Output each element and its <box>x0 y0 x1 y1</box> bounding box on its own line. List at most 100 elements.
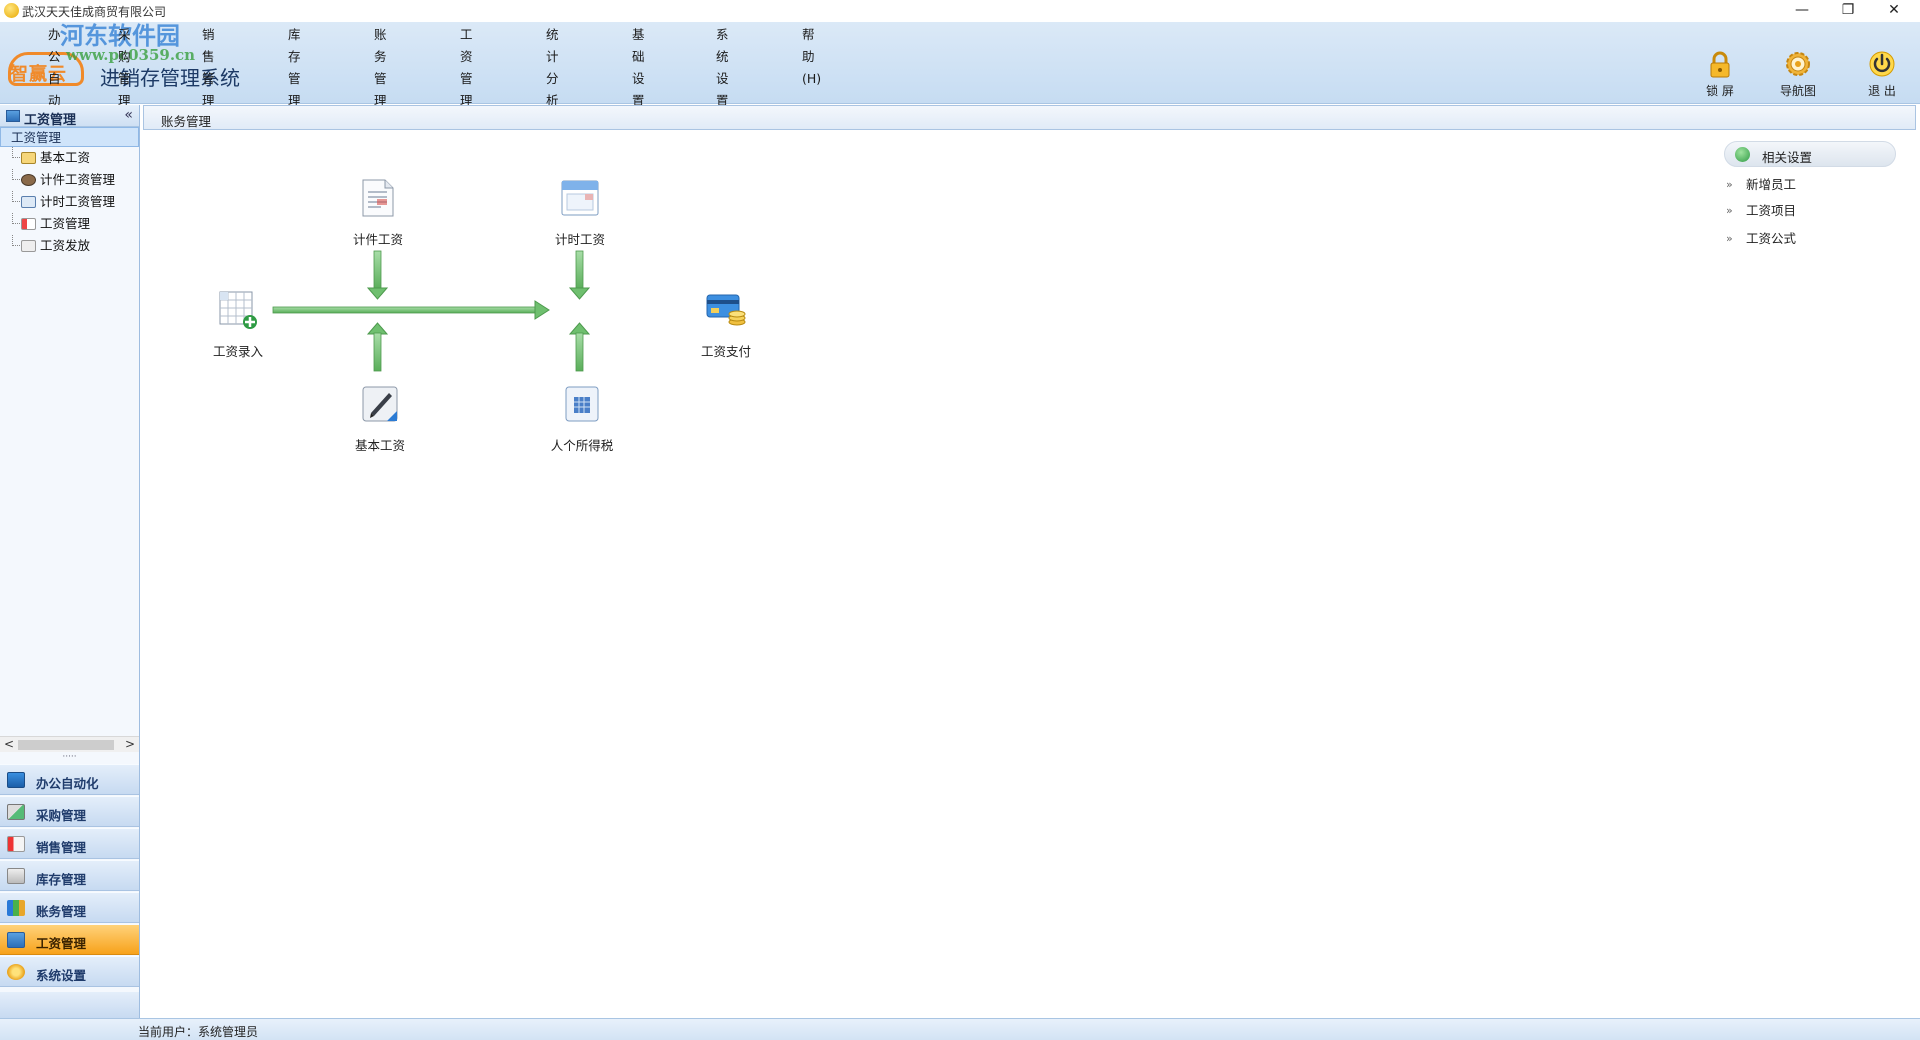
tree-item-payroll-management[interactable]: 工资管理 <box>0 213 139 235</box>
piece-wage-node[interactable]: 计件工资 <box>323 177 433 248</box>
restore-button[interactable]: ❐ <box>1826 0 1870 22</box>
status-bar: 当前用户：系统管理员 <box>0 1018 1920 1040</box>
time-wage-node[interactable]: 计时工资 <box>525 177 635 248</box>
nav-inventory[interactable]: 库存管理 <box>0 860 139 891</box>
menu-inventory[interactable]: 库存管理(K) <box>284 24 310 130</box>
id-card-icon <box>21 152 36 164</box>
nav-office-automation[interactable]: 办公自动化 <box>0 764 139 795</box>
nav-payroll[interactable]: 工资管理 <box>0 924 139 955</box>
exit-label: 退 出 <box>1868 84 1896 98</box>
income-tax-node[interactable]: 人个所得税 <box>527 383 637 454</box>
payroll-entry-node[interactable]: 工资录入 <box>183 289 293 360</box>
warehouse-icon <box>7 868 25 884</box>
nav-label: 账务管理 <box>36 904 87 919</box>
monitor-icon <box>7 772 25 788</box>
related-settings-panel: 相关设置 » 新增员工 » 工资项目 » 工资公式 <box>1724 141 1896 251</box>
gear-icon <box>1784 50 1812 78</box>
tree-item-piece-wage[interactable]: 计件工资管理 <box>0 169 139 191</box>
splitter-grip[interactable]: ····· <box>0 753 139 762</box>
menu-accounts[interactable]: 账务管理(Z) <box>370 24 396 130</box>
menu-office[interactable]: 办公自动化(O) <box>44 24 72 152</box>
sidebar-header: 工资管理 « <box>0 105 139 128</box>
app-icon <box>4 3 19 18</box>
spreadsheet-add-icon <box>217 289 259 331</box>
link-label: 工资公式 <box>1746 231 1797 246</box>
tree-item-label: 基本工资 <box>40 150 91 165</box>
pen-sign-icon <box>359 383 401 425</box>
tree-item-label: 计时工资管理 <box>40 194 116 209</box>
scroll-left-button[interactable]: < <box>2 737 16 753</box>
main-flow-arrow <box>272 300 550 320</box>
menu-system-settings[interactable]: 系统设置(U) <box>712 24 739 130</box>
scroll-right-button[interactable]: > <box>123 737 137 753</box>
time-wage-label: 计时工资 <box>554 232 605 247</box>
link-add-employee[interactable]: » 新增员工 <box>1724 173 1896 197</box>
power-icon <box>1868 50 1896 78</box>
tree-item-label: 计件工资管理 <box>40 172 116 187</box>
income-tax-label: 人个所得税 <box>550 438 614 453</box>
app-header: 智赢云 河东软件园 www.pc0359.cn 进销存管理系统 办公自动化(O)… <box>0 22 1920 152</box>
nav-label: 系统设置 <box>36 968 87 983</box>
income-tax-up-arrow <box>568 322 591 372</box>
current-user-status: 当前用户：系统管理员 <box>138 1025 259 1039</box>
tree-item-label: 工资管理 <box>40 216 91 231</box>
tree-item-time-wage[interactable]: 计时工资管理 <box>0 191 139 213</box>
basic-wage-node[interactable]: 基本工资 <box>325 383 435 454</box>
payroll-module-icon <box>6 110 20 122</box>
lock-screen-label: 锁 屏 <box>1706 84 1734 98</box>
link-label: 工资项目 <box>1746 203 1797 218</box>
double-chevron-icon: » <box>1726 232 1733 245</box>
collapse-sidebar-button[interactable]: « <box>124 107 133 123</box>
navigation-map-label: 导航图 <box>1779 84 1816 98</box>
menu-purchase[interactable]: 采购管理(C) <box>114 24 140 130</box>
related-settings-header[interactable]: 相关设置 <box>1724 141 1896 167</box>
menu-payroll[interactable]: 工资管理(T) <box>456 24 481 130</box>
time-wage-down-arrow <box>568 250 591 300</box>
menu-basic-settings[interactable]: 基础设置(J) <box>628 24 649 130</box>
nav-label: 工资管理 <box>36 936 87 951</box>
tree-root-payroll[interactable]: 工资管理 <box>0 127 139 147</box>
nav-purchase[interactable]: 采购管理 <box>0 796 139 827</box>
bar-chart-icon <box>7 900 25 916</box>
card-coins-icon <box>705 289 747 331</box>
lock-screen-button[interactable]: 锁 屏 <box>1690 50 1750 102</box>
document-form-icon <box>357 177 399 219</box>
nav-label: 库存管理 <box>36 872 87 887</box>
close-button[interactable]: ✕ <box>1872 0 1916 22</box>
breadcrumb: 账务管理 <box>143 105 1916 130</box>
payroll-entry-label: 工资录入 <box>212 344 263 359</box>
related-settings-title: 相关设置 <box>1762 150 1813 165</box>
pen-paper-icon <box>7 804 25 820</box>
nav-system-settings[interactable]: 系统设置 <box>0 956 139 987</box>
nav-label: 采购管理 <box>36 808 87 823</box>
menu-sales[interactable]: 销售管理(X) <box>198 24 224 130</box>
nav-sales[interactable]: 销售管理 <box>0 828 139 859</box>
link-wage-items[interactable]: » 工资项目 <box>1724 199 1896 223</box>
settings-gear-icon <box>7 964 25 980</box>
link-wage-formula[interactable]: » 工资公式 <box>1724 227 1896 251</box>
wage-payment-label: 工资支付 <box>700 344 751 359</box>
exit-button[interactable]: 退 出 <box>1852 50 1912 102</box>
title-bar: 武汉天天佳成商贸有限公司 — ❐ ✕ <box>0 0 1920 22</box>
payroll-icon <box>7 932 25 948</box>
tree-item-payroll-distribution[interactable]: 工资发放 <box>0 235 139 257</box>
wage-payment-node[interactable]: 工资支付 <box>671 289 781 360</box>
scroll-thumb[interactable] <box>18 740 114 750</box>
sales-doc-icon <box>7 836 25 852</box>
calendar-window-icon <box>559 177 601 219</box>
nav-label: 办公自动化 <box>36 776 99 791</box>
worker-icon <box>21 174 36 186</box>
menu-statistics[interactable]: 统计分析(R) <box>542 24 568 130</box>
menu-help[interactable]: 帮助(H) <box>798 24 825 86</box>
sidebar-footer <box>0 992 139 1018</box>
navigation-map-button[interactable]: 导航图 <box>1768 50 1828 102</box>
tree-item-label: 工资发放 <box>40 238 91 253</box>
sidebar-horizontal-scrollbar[interactable]: < > <box>0 736 139 752</box>
minimize-button[interactable]: — <box>1780 0 1824 22</box>
calendar-icon <box>21 196 36 208</box>
payroll-flow-canvas: 工资录入 计件工资 计时工资 基本工资 人个所得税 工资支付 <box>143 131 1916 1018</box>
double-chevron-icon: » <box>1726 178 1733 191</box>
tree-item-basic-wage[interactable]: 基本工资 <box>0 147 139 169</box>
lock-icon <box>1706 50 1734 78</box>
nav-accounts[interactable]: 账务管理 <box>0 892 139 923</box>
